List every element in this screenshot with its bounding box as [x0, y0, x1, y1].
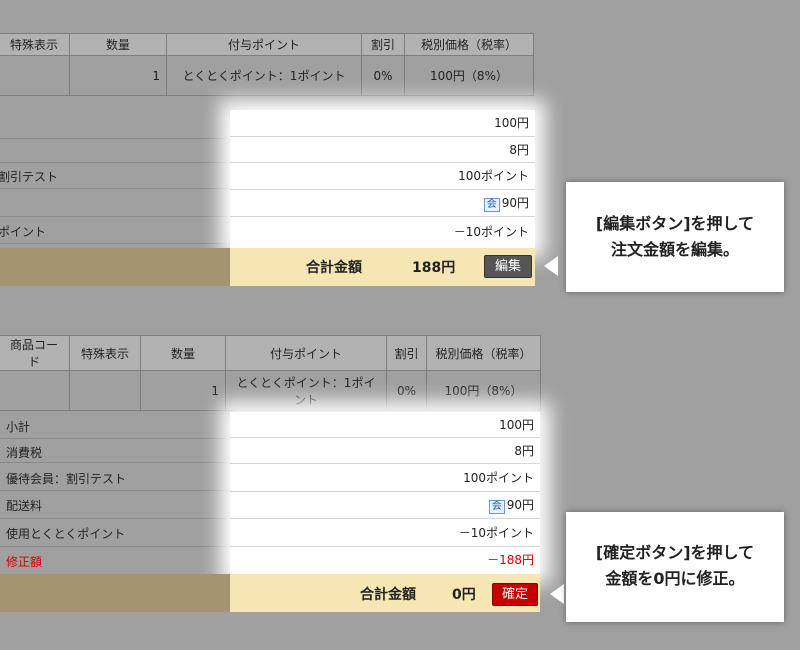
divider [0, 438, 230, 439]
summary-points-used: －10ポイント [230, 519, 540, 547]
cell-product-code [0, 370, 70, 411]
shipping-value: 90円 [506, 498, 534, 512]
header-quantity: 数量 [140, 335, 226, 371]
callout-line: [確定ボタン]を押して [595, 543, 755, 562]
product-table-1: 特殊表示 数量 付与ポイント 割引 税別価格（税率） 1 とくとくポイント：1ポ… [0, 33, 534, 96]
summary-label-discount: 割引テスト [0, 170, 59, 184]
cell-points: とくとくポイント：1ポイント [166, 55, 362, 96]
edit-button[interactable]: 編集 [484, 255, 532, 278]
callout-arrow [544, 256, 558, 276]
header-price: 税別価格（税率） [404, 33, 534, 56]
header-points: 付与ポイント [166, 33, 362, 56]
total-band [0, 574, 230, 612]
summary-label-tax: 消費税 [6, 446, 43, 460]
cell-price: 100円（8%） [404, 55, 534, 96]
total-band [0, 248, 230, 286]
summary-shipping: 会 90円 [230, 492, 540, 519]
summary-subtotal: 100円 [230, 412, 540, 438]
header-special: 特殊表示 [69, 335, 141, 371]
cell-quantity: 1 [69, 55, 167, 96]
header-points: 付与ポイント [225, 335, 387, 371]
summary-label-shipping: 配送料 [6, 499, 43, 513]
callout-edit: [編集ボタン]を押して 注文金額を編集。 [566, 182, 784, 292]
cell-quantity: 1 [140, 370, 226, 411]
summary-points-used: －10ポイント [453, 225, 529, 239]
divider [0, 490, 230, 491]
summary-shipping: 会 90円 [230, 190, 535, 217]
table-header-row: 商品コード 特殊表示 数量 付与ポイント 割引 税別価格（税率） [0, 335, 541, 371]
member-icon: 会 [483, 198, 500, 212]
cell-points: とくとくポイント：1ポイント [225, 370, 387, 411]
cell-discount: 0% [361, 55, 405, 96]
cell-price: 100円（8%） [426, 370, 541, 411]
total-label: 合計金額 [306, 260, 362, 276]
cell-special [69, 370, 141, 411]
summary-panel-2: 100円 8円 100ポイント 会 90円 －10ポイント －188円 [230, 412, 540, 574]
callout-line: 金額を0円に修正。 [605, 569, 745, 588]
summary-label-adjustment: 修正額 [6, 555, 43, 569]
divider [0, 188, 230, 189]
summary-label-points-used: 使用とくとくポイント [6, 527, 126, 541]
shipping-value: 90円 [501, 196, 529, 210]
summary-label-points: ポイント [0, 225, 47, 239]
divider [0, 546, 230, 547]
header-quantity: 数量 [69, 33, 167, 56]
header-discount: 割引 [386, 335, 427, 371]
summary-adjustment: －188円 [487, 553, 534, 567]
divider [0, 518, 230, 519]
divider [0, 216, 230, 217]
divider [0, 243, 230, 244]
cell-discount: 0% [386, 370, 427, 411]
table-header-row: 特殊表示 数量 付与ポイント 割引 税別価格（税率） [0, 33, 534, 56]
callout-line: [編集ボタン]を押して [595, 214, 755, 233]
summary-member-discount: 100ポイント [230, 464, 540, 492]
divider [0, 162, 230, 163]
member-icon: 会 [488, 500, 505, 514]
header-price: 税別価格（税率） [426, 335, 541, 371]
total-label: 合計金額 [360, 587, 416, 603]
summary-panel-1: 100円 8円 100ポイント 会 90円 －10ポイント [230, 110, 535, 248]
total-value: 188円 [412, 260, 456, 276]
header-product-code: 商品コード [0, 335, 70, 371]
divider [0, 138, 230, 139]
summary-label-member-discount: 優待会員：割引テスト [6, 472, 127, 486]
callout-arrow [550, 584, 564, 604]
summary-subtotal: 100円 [230, 110, 535, 137]
table-row: 1 とくとくポイント：1ポイント 0% 100円（8%） [0, 55, 534, 96]
divider [0, 462, 230, 463]
summary-label-subtotal: 小計 [6, 420, 31, 434]
cell-special [0, 55, 70, 96]
total-value: 0円 [452, 587, 476, 603]
header-discount: 割引 [361, 33, 405, 56]
callout-line: 注文金額を編集。 [610, 240, 739, 259]
callout-confirm: [確定ボタン]を押して 金額を0円に修正。 [566, 512, 784, 622]
header-special: 特殊表示 [0, 33, 70, 56]
table-row: 1 とくとくポイント：1ポイント 0% 100円（8%） [0, 370, 541, 411]
summary-tax: 8円 [230, 137, 535, 163]
summary-tax: 8円 [230, 438, 540, 464]
summary-member-discount: 100ポイント [230, 163, 535, 190]
product-table-2: 商品コード 特殊表示 数量 付与ポイント 割引 税別価格（税率） 1 とくとくポ… [0, 335, 541, 411]
confirm-button[interactable]: 確定 [492, 583, 538, 606]
